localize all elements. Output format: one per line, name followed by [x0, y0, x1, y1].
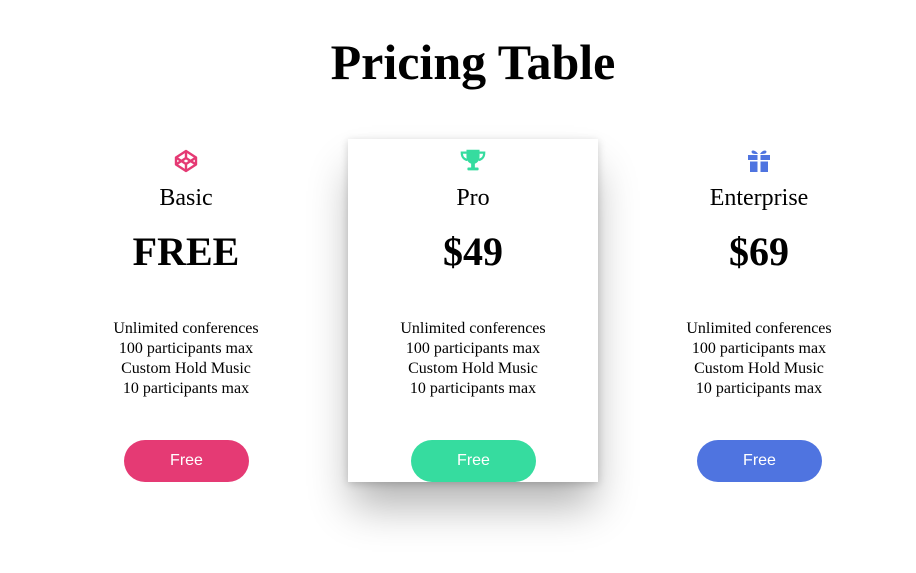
- plan-price: $69: [729, 229, 789, 274]
- gift-icon: [745, 147, 773, 175]
- feature-item: 10 participants max: [695, 380, 823, 397]
- feature-list: Unlimited conferences 100 participants m…: [634, 319, 884, 399]
- page-title: Pricing Table: [330, 34, 616, 90]
- feature-item: 10 participants max: [409, 380, 537, 397]
- plan-name: Basic: [159, 185, 213, 211]
- plan-name: Enterprise: [709, 185, 809, 211]
- feature-item: 100 participants max: [691, 340, 827, 357]
- select-basic-button[interactable]: Free: [124, 440, 249, 482]
- feature-list: Unlimited conferences 100 participants m…: [348, 319, 598, 399]
- feature-item: Custom Hold Music: [694, 360, 824, 377]
- codepen-cube-icon: [172, 147, 200, 175]
- pricing-card-pro: Pro $49 Unlimited conferences 100 partic…: [348, 139, 598, 482]
- plan-name: Pro: [456, 185, 490, 211]
- feature-item: Custom Hold Music: [121, 360, 251, 377]
- feature-item: Custom Hold Music: [408, 360, 538, 377]
- feature-item: 100 participants max: [405, 340, 541, 357]
- feature-item: Unlimited conferences: [686, 320, 832, 337]
- select-enterprise-button[interactable]: Free: [697, 440, 822, 482]
- trophy-icon: [459, 147, 487, 175]
- feature-item: Unlimited conferences: [113, 320, 259, 337]
- plan-price: $49: [443, 229, 503, 274]
- pricing-card-basic: Basic FREE Unlimited conferences 100 par…: [61, 139, 311, 482]
- feature-item: 10 participants max: [122, 380, 250, 397]
- pricing-card-enterprise: Enterprise $69 Unlimited conferences 100…: [634, 139, 884, 482]
- select-pro-button[interactable]: Free: [411, 440, 536, 482]
- plan-price: FREE: [132, 229, 240, 274]
- feature-item: Unlimited conferences: [400, 320, 546, 337]
- feature-list: Unlimited conferences 100 participants m…: [61, 319, 311, 399]
- feature-item: 100 participants max: [118, 340, 254, 357]
